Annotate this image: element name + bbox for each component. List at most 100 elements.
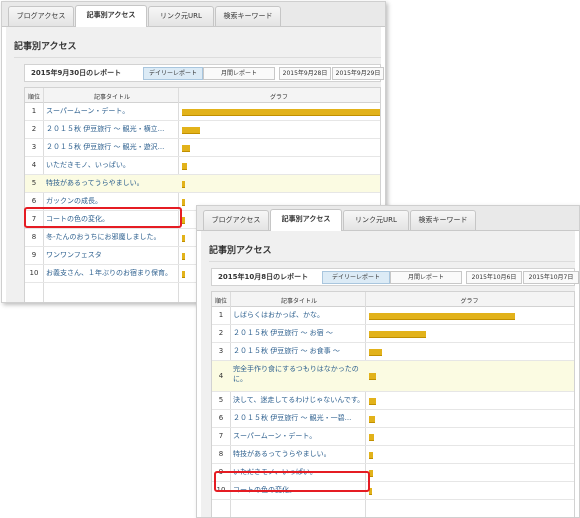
table-row: 5 決して、迷走してるわけじゃないんです。 (212, 392, 574, 410)
article-title-link[interactable]: しばらくはおかっぱ、かな。 (233, 307, 361, 324)
tab-bar: ブログアクセス 記事別アクセス リンク元URL 検索キーワード (197, 206, 579, 231)
section-title: 記事別アクセス (209, 246, 272, 256)
rank-cell: 5 (218, 396, 224, 404)
graph-bar (369, 331, 426, 338)
article-title-link[interactable]: 特技があるってうらやましい。 (233, 446, 361, 463)
column-rank: 順位 (27, 94, 40, 101)
graph-bar (182, 127, 200, 134)
table-row: 8 特技があるってうらやましい。 (212, 446, 574, 464)
article-title-link[interactable]: いただきモノ、いっぱい。 (46, 157, 174, 174)
graph-bar (182, 253, 185, 260)
graph-bar (369, 416, 375, 423)
column-graph: グラフ (269, 94, 288, 101)
rank-cell: 1 (31, 107, 37, 115)
report-title: 2015年10月8日のレポート (218, 273, 309, 281)
rank-cell: 10 (29, 269, 39, 277)
graph-bar (369, 452, 373, 459)
table-row: 2 ２０１５秋 伊豆旅行 ～ お宿 ～ (212, 325, 574, 343)
date-button-prev2[interactable]: 2015年9月28日 (279, 67, 331, 80)
rank-cell: 2 (31, 125, 37, 133)
article-title-link[interactable]: 冬-たんのおうちにお邪魔しました。 (46, 229, 174, 246)
tab-bar: ブログアクセス 記事別アクセス リンク元URL 検索キーワード (2, 2, 385, 27)
column-rank: 順位 (214, 298, 227, 305)
article-title-link[interactable]: ２０１５秋 伊豆旅行 ～ お食事 ～ (233, 343, 361, 360)
rank-cell: 4 (31, 161, 37, 169)
rank-cell: 3 (31, 143, 37, 151)
date-button-prev1[interactable]: 2015年9月29日 (332, 67, 384, 80)
rank-cell: 8 (218, 450, 224, 458)
table-row: 1 しばらくはおかっぱ、かな。 (212, 307, 574, 325)
divider (14, 57, 381, 58)
table-row: 4 いただきモノ、いっぱい。 (25, 157, 380, 175)
rank-cell: 8 (31, 233, 37, 241)
monthly-report-button[interactable]: 月間レポート (390, 271, 462, 284)
divider (209, 261, 575, 262)
column-title: 記事タイトル (280, 298, 317, 305)
graph-bar (182, 145, 190, 152)
rank-cell: 7 (218, 432, 224, 440)
table-row: 2 ２０１５秋 伊豆旅行 ～ 観光・横立... (25, 121, 380, 139)
monthly-report-button[interactable]: 月間レポート (203, 67, 275, 80)
graph-bar (369, 349, 382, 356)
daily-report-button[interactable]: デイリーレポート (143, 67, 203, 80)
table-row: 4 完全手作り食にするつもりはなかったのに。 (212, 361, 574, 392)
tab-blog-access[interactable]: ブログアクセス (8, 6, 74, 26)
graph-bar (369, 434, 374, 441)
table-row: 1 スーパームーン・デート。 (25, 103, 380, 121)
section-title: 記事別アクセス (14, 42, 77, 52)
rank-cell: 1 (218, 311, 224, 319)
date-button-prev2[interactable]: 2015年10月6日 (466, 271, 522, 284)
graph-bar (182, 271, 185, 278)
report-header: 2015年10月8日のレポート デイリーレポート 月間レポート 2015年10月… (211, 268, 579, 286)
table-row: 5 特技があるってうらやましい。 (25, 175, 380, 193)
rank-cell: 6 (218, 414, 224, 422)
graph-bar (182, 163, 187, 170)
graph-bar (182, 199, 185, 206)
article-title-link[interactable]: ２０１５秋 伊豆旅行 ～ 観光・横立... (46, 121, 174, 138)
article-title-link[interactable]: 決して、迷走してるわけじゃないんです。 (233, 392, 361, 409)
graph-bar (182, 109, 380, 116)
report-title: 2015年9月30日のレポート (31, 69, 122, 77)
tab-referrer-url[interactable]: リンク元URL (148, 6, 214, 26)
screenshot-oct8: ブログアクセス 記事別アクセス リンク元URL 検索キーワード 記事別アクセス … (196, 205, 580, 518)
table-row: 7 スーパームーン・デート。 (212, 428, 574, 446)
table-header: 順位 記事タイトル グラフ (25, 88, 380, 103)
table-row: 6 ２０１５秋 伊豆旅行 ～ 観光・一碧... (212, 410, 574, 428)
article-title-link[interactable]: スーパームーン・デート。 (46, 103, 174, 120)
rank-cell: 9 (31, 251, 37, 259)
article-title-link[interactable]: 特技があるってうらやましい。 (46, 175, 174, 192)
highlight-box (214, 471, 370, 492)
tab-article-access[interactable]: 記事別アクセス (75, 5, 147, 27)
column-title: 記事タイトル (93, 94, 130, 101)
table-row: 3 ２０１５秋 伊豆旅行 ～ 観光・遊沢... (25, 139, 380, 157)
table-row: 3 ２０１５秋 伊豆旅行 ～ お食事 ～ (212, 343, 574, 361)
article-title-link[interactable]: ２０１５秋 伊豆旅行 ～ 観光・一碧... (233, 410, 361, 427)
rank-cell: 2 (218, 329, 224, 337)
date-button-prev1[interactable]: 2015年10月7日 (523, 271, 579, 284)
graph-bar (369, 398, 376, 405)
tab-blog-access[interactable]: ブログアクセス (203, 210, 269, 230)
graph-bar (182, 235, 185, 242)
article-title-link[interactable]: ２０１５秋 伊豆旅行 ～ お宿 ～ (233, 325, 361, 342)
graph-bar (369, 373, 376, 380)
highlight-box (24, 207, 182, 228)
article-title-link[interactable]: 完全手作り食にするつもりはなかったのに。 (233, 361, 361, 391)
report-header: 2015年9月30日のレポート デイリーレポート 月間レポート 2015年9月2… (24, 64, 384, 82)
graph-bar (369, 313, 515, 320)
tab-article-access[interactable]: 記事別アクセス (270, 209, 342, 231)
tab-search-keyword[interactable]: 検索キーワード (215, 6, 281, 26)
article-title-link[interactable]: ワンワンフェスタ (46, 247, 174, 264)
rank-cell: 3 (218, 347, 224, 355)
graph-bar (182, 181, 185, 188)
article-title-link[interactable]: ２０１５秋 伊豆旅行 ～ 観光・遊沢... (46, 139, 174, 156)
article-title-link[interactable]: お義支さん、１年ぶりのお宿まり保育。 (46, 265, 174, 282)
tab-search-keyword[interactable]: 検索キーワード (410, 210, 476, 230)
rank-cell: 4 (218, 372, 224, 380)
daily-report-button[interactable]: デイリーレポート (322, 271, 390, 284)
tab-referrer-url[interactable]: リンク元URL (343, 210, 409, 230)
article-title-link[interactable]: スーパームーン・デート。 (233, 428, 361, 445)
graph-bar (182, 217, 185, 224)
rank-cell: 5 (31, 179, 37, 187)
column-graph: グラフ (460, 298, 479, 305)
table-header: 順位 記事タイトル グラフ (212, 292, 574, 307)
